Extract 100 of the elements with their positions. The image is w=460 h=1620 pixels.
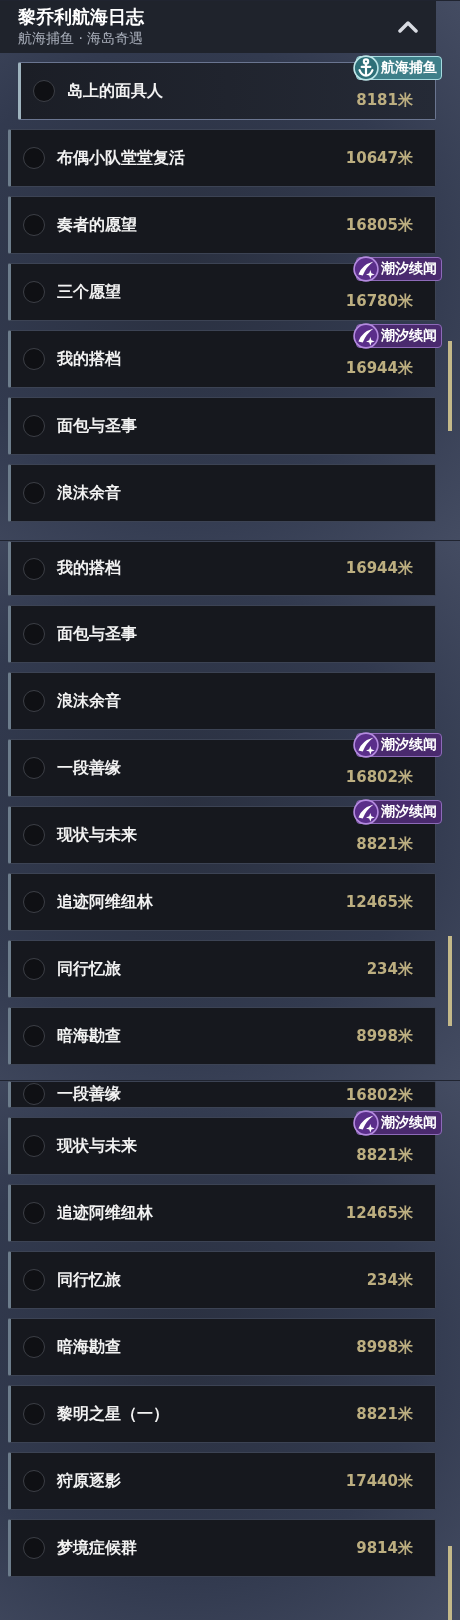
quest-distance: 9814米 xyxy=(356,1538,413,1558)
quest-distance: 8821米 xyxy=(356,835,413,854)
event-tag: 潮汐续闻 xyxy=(356,800,442,824)
quest-distance: 234米 xyxy=(366,1270,413,1290)
radio-button[interactable] xyxy=(23,1537,45,1559)
quest-row[interactable]: 浪沫余音 xyxy=(8,464,436,522)
quest-name: 一段善缘 xyxy=(57,757,122,779)
radio-button[interactable] xyxy=(23,1269,45,1291)
sparkle-icon xyxy=(353,323,379,349)
quest-row[interactable]: 追迹阿维纽林 12465米 xyxy=(8,873,436,931)
quest-name: 浪沫余音 xyxy=(57,482,122,504)
quest-distance: 12465米 xyxy=(345,892,413,912)
quest-row[interactable]: 一段善缘 16802米 xyxy=(8,1081,436,1108)
scrollbar-thumb[interactable] xyxy=(448,1546,452,1620)
quest-name: 同行忆旅 xyxy=(57,958,122,980)
radio-button[interactable] xyxy=(23,958,45,980)
sparkle-icon xyxy=(353,1110,379,1136)
radio-button[interactable] xyxy=(23,1135,45,1157)
quest-name: 狩原逐影 xyxy=(57,1470,122,1492)
quest-row[interactable]: 黎明之星（一） 8821米 xyxy=(8,1385,436,1443)
radio-button[interactable] xyxy=(23,1025,45,1047)
anchor-icon xyxy=(353,55,379,81)
event-tag: 潮汐续闻 xyxy=(356,257,442,281)
quest-row[interactable]: 梦境症候群 9814米 xyxy=(8,1519,436,1577)
sparkle-icon xyxy=(353,256,379,282)
quest-distance: 16802米 xyxy=(345,1086,413,1105)
sparkle-icon xyxy=(353,732,379,758)
quest-row[interactable]: 同行忆旅 234米 xyxy=(8,940,436,998)
radio-button[interactable] xyxy=(23,557,45,580)
quest-distance: 234米 xyxy=(366,959,413,979)
quest-name: 我的搭档 xyxy=(57,348,122,370)
radio-button[interactable] xyxy=(23,1403,45,1425)
quest-distance: 8998米 xyxy=(356,1026,413,1046)
quest-distance: 8181米 xyxy=(356,91,413,110)
quest-name: 现状与未来 xyxy=(57,1135,138,1157)
quest-distance: 17440米 xyxy=(345,1471,413,1491)
quest-distance: 16802米 xyxy=(345,768,413,787)
quest-row[interactable]: 奏者的愿望 16805米 xyxy=(8,196,436,254)
quest-name: 追迹阿维纽林 xyxy=(57,1202,154,1224)
quest-name: 暗海勘查 xyxy=(57,1025,122,1047)
quest-distance: 12465米 xyxy=(345,1203,413,1223)
quest-distance: 10647米 xyxy=(345,148,413,168)
quest-name: 黎明之星（一） xyxy=(57,1403,170,1425)
quest-name: 追迹阿维纽林 xyxy=(57,891,154,913)
quest-name: 现状与未来 xyxy=(57,824,138,846)
quest-row[interactable]: 我的搭档 16944米 xyxy=(8,541,436,596)
scrollbar-thumb[interactable] xyxy=(448,341,452,431)
quest-name: 暗海勘查 xyxy=(57,1336,122,1358)
radio-button[interactable] xyxy=(23,147,45,169)
radio-button[interactable] xyxy=(23,1336,45,1358)
quest-distance: 16944米 xyxy=(345,359,413,378)
radio-button[interactable] xyxy=(23,1470,45,1492)
chevron-up-icon xyxy=(398,20,418,34)
quest-row[interactable]: 浪沫余音 xyxy=(8,672,436,730)
event-tag: 航海捕鱼 xyxy=(356,56,442,80)
quest-name: 梦境症候群 xyxy=(57,1537,138,1559)
quest-name: 我的搭档 xyxy=(57,558,122,579)
radio-button[interactable] xyxy=(23,482,45,504)
radio-button[interactable] xyxy=(23,891,45,913)
quest-row[interactable]: 布偶小队堂堂复活 10647米 xyxy=(8,129,436,187)
event-tag: 潮汐续闻 xyxy=(356,324,442,348)
quest-distance: 8821米 xyxy=(356,1404,413,1424)
quest-row[interactable]: 狩原逐影 17440米 xyxy=(8,1452,436,1510)
quest-distance: 16805米 xyxy=(345,215,413,235)
event-tag: 潮汐续闻 xyxy=(356,1111,442,1135)
radio-button[interactable] xyxy=(23,824,45,846)
quest-name: 一段善缘 xyxy=(57,1084,122,1105)
scrollbar-thumb[interactable] xyxy=(448,936,452,1026)
radio-button[interactable] xyxy=(23,1083,45,1105)
radio-button[interactable] xyxy=(23,1202,45,1224)
log-title: 黎乔利航海日志 xyxy=(18,6,144,28)
quest-name: 面包与圣事 xyxy=(57,415,138,437)
quest-row[interactable]: 同行忆旅 234米 xyxy=(8,1251,436,1309)
quest-name: 浪沫余音 xyxy=(57,690,122,712)
quest-row[interactable]: 追迹阿维纽林 12465米 xyxy=(8,1184,436,1242)
quest-name: 同行忆旅 xyxy=(57,1269,122,1291)
quest-row[interactable]: 面包与圣事 xyxy=(8,605,436,663)
quest-name: 三个愿望 xyxy=(57,281,122,303)
radio-button[interactable] xyxy=(23,348,45,370)
radio-button[interactable] xyxy=(23,214,45,236)
sparkle-icon xyxy=(353,799,379,825)
quest-name: 面包与圣事 xyxy=(57,623,138,645)
radio-button[interactable] xyxy=(23,415,45,437)
quest-name: 奏者的愿望 xyxy=(57,214,138,236)
radio-button[interactable] xyxy=(23,623,45,645)
radio-button[interactable] xyxy=(23,757,45,779)
radio-button[interactable] xyxy=(33,80,55,102)
quest-distance: 8821米 xyxy=(356,1146,413,1165)
log-subtitle: 航海捕鱼 · 海岛奇遇 xyxy=(18,29,144,48)
quest-name: 岛上的面具人 xyxy=(67,80,164,102)
event-tag: 潮汐续闻 xyxy=(356,733,442,757)
quest-row[interactable]: 暗海勘查 8998米 xyxy=(8,1007,436,1065)
quest-distance: 16780米 xyxy=(345,292,413,311)
quest-row[interactable]: 面包与圣事 xyxy=(8,397,436,455)
quest-row[interactable]: 暗海勘查 8998米 xyxy=(8,1318,436,1376)
radio-button[interactable] xyxy=(23,690,45,712)
quest-name: 布偶小队堂堂复活 xyxy=(57,147,186,169)
quest-distance: 8998米 xyxy=(356,1337,413,1357)
radio-button[interactable] xyxy=(23,281,45,303)
quest-distance: 16944米 xyxy=(345,559,413,578)
